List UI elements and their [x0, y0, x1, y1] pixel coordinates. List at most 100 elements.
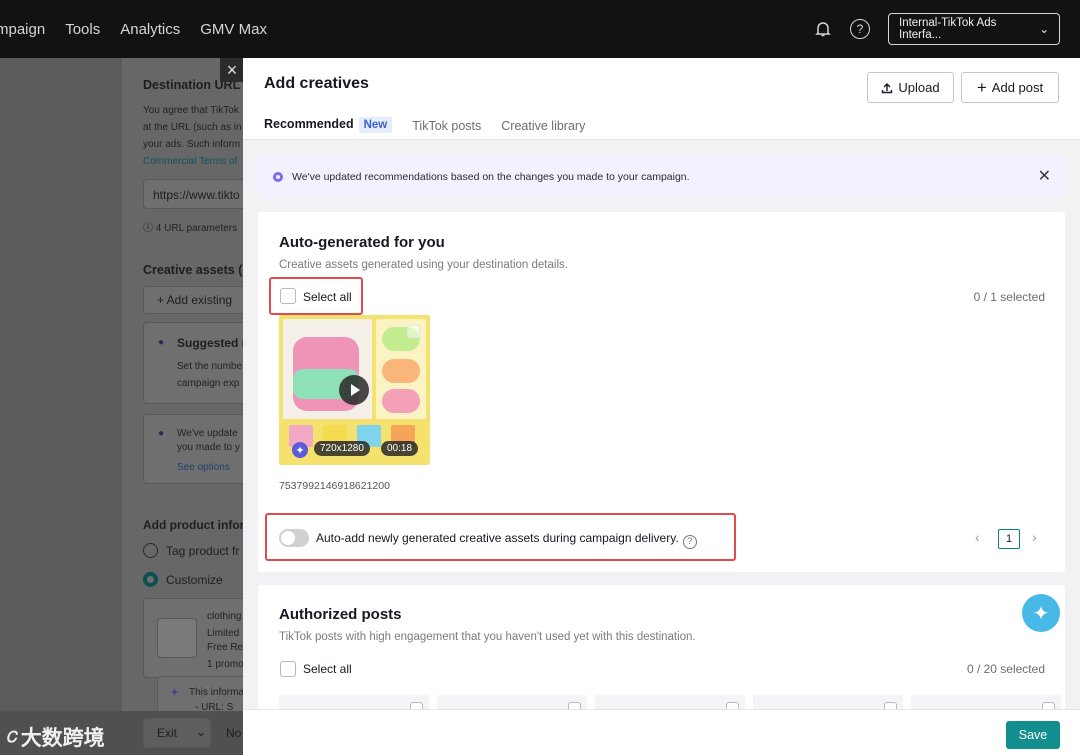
nav-analytics[interactable]: Analytics — [120, 21, 180, 38]
chevron-down-icon: ⌄ — [196, 725, 207, 739]
ai-assistant-icon[interactable]: ✦ — [1022, 594, 1060, 632]
post-tile[interactable] — [437, 695, 587, 709]
asset-id: 7537992146918621200 — [279, 480, 390, 492]
post-tile[interactable] — [911, 695, 1061, 709]
nav-right: ? Internal-TikTok Ads Interfa... ⌄ — [814, 13, 1060, 45]
url-params: ⓘ 4 URL parameters — [143, 219, 237, 234]
info-text: This informa — [189, 687, 243, 698]
add-post-label: Add post — [991, 80, 1044, 95]
account-name: Internal-TikTok Ads Interfa... — [899, 17, 997, 41]
update-icon: ● — [158, 428, 165, 439]
thumb-spring-3 — [382, 389, 420, 413]
tab-recommended-label: Recommended — [264, 117, 354, 131]
save-button[interactable]: Save — [1006, 721, 1060, 749]
nav-campaign[interactable]: mpaign — [0, 21, 45, 38]
creative-thumbnail[interactable]: ✦ 720x1280 00:18 — [279, 315, 430, 465]
customize-radio[interactable] — [143, 572, 158, 587]
drawer-footer: Save — [243, 709, 1080, 755]
page-number[interactable]: 1 — [998, 529, 1020, 549]
see-options-link[interactable]: See options — [177, 462, 230, 473]
updated-line-2: you made to y — [177, 442, 240, 453]
sparkle-icon: ✦ — [170, 687, 180, 699]
url-params-text: 4 URL parameters — [155, 223, 238, 234]
tag-product-radio[interactable] — [143, 543, 158, 558]
auto-subtitle: Creative assets generated using your des… — [279, 259, 568, 271]
exit-label: Exit — [157, 726, 178, 740]
thumbnail-checkbox[interactable] — [407, 325, 420, 338]
authorized-subtitle: TikTok posts with high engagement that y… — [279, 631, 696, 643]
post-tile[interactable] — [595, 695, 745, 709]
chevron-down-icon: ⌄ — [1039, 24, 1049, 36]
ai-sparkle-icon: ✦ — [292, 442, 308, 458]
upload-icon — [882, 82, 893, 93]
product-line-2: Limited — [207, 628, 240, 639]
posts-selected-count: 0 / 20 selected — [966, 662, 1045, 676]
image-placeholder-icon — [157, 618, 197, 658]
updated-line-1: We've update — [177, 428, 238, 439]
post-checkbox[interactable] — [1042, 702, 1055, 709]
auto-generated-card: Auto-generated for you Creative assets g… — [258, 212, 1065, 572]
prev-page-icon[interactable]: ‹ — [975, 529, 980, 545]
product-line-1: clothing — [207, 611, 242, 622]
terms-link[interactable]: Commercial Terms of — [143, 156, 237, 167]
agree-line-2: at the URL (such as in — [143, 122, 242, 133]
select-all-posts-label: Select all — [303, 662, 352, 676]
bell-icon[interactable] — [814, 20, 832, 38]
watermark-logo: Ꮯ — [6, 728, 17, 746]
suggested-title: Suggested r — [177, 336, 243, 350]
post-checkbox[interactable] — [884, 702, 897, 709]
post-tile[interactable] — [279, 695, 429, 709]
drawer-title: Add creatives — [264, 75, 369, 92]
watermark-text: 大数跨境 — [20, 727, 105, 750]
post-checkbox[interactable] — [410, 702, 423, 709]
help-icon[interactable]: ? — [850, 19, 870, 39]
add-post-button[interactable]: + Add post — [961, 72, 1059, 103]
agree-line-3: your ads. Such inform — [143, 139, 241, 150]
product-line-4: 1 promo — [207, 659, 243, 670]
suggested-line-2: campaign exp — [177, 378, 240, 389]
info-icon: ⓘ — [143, 223, 156, 234]
top-nav: mpaign Tools Analytics GMV Max ? Interna… — [0, 0, 1080, 58]
close-icon[interactable]: × — [220, 58, 244, 82]
left-gutter — [0, 58, 122, 755]
update-notice: We've updated recommendations based on t… — [258, 155, 1065, 198]
add-creatives-drawer: Add creatives Upload + Add post Recommen… — [243, 58, 1080, 755]
background-page: Destination URL You agree that TikTok at… — [0, 58, 243, 755]
new-badge: New — [358, 117, 393, 133]
highlight-select-all — [269, 277, 363, 315]
thumb-spring-2 — [382, 359, 420, 383]
post-tile[interactable] — [753, 695, 903, 709]
product-line-3: Free Re — [207, 642, 243, 653]
add-product-title: Add product infor — [143, 518, 243, 532]
play-icon[interactable] — [339, 375, 369, 405]
url-value: https://www.tikto — [153, 188, 240, 202]
account-selector[interactable]: Internal-TikTok Ads Interfa... ⌄ — [888, 13, 1060, 45]
watermark: Ꮯ 大数跨境 — [6, 722, 105, 752]
recommendations-area[interactable]: We've updated recommendations based on t… — [243, 140, 1080, 709]
suggest-icon: ● — [158, 337, 165, 348]
duration-chip: 00:18 — [381, 441, 419, 456]
post-checkbox[interactable] — [568, 702, 581, 709]
close-notice-icon[interactable]: ✕ — [1038, 166, 1051, 186]
highlight-auto-add — [265, 513, 736, 561]
auto-selected-count: 0 / 1 selected — [973, 290, 1045, 304]
select-all-posts-checkbox[interactable] — [280, 661, 296, 677]
authorized-title: Authorized posts — [279, 606, 402, 623]
authorized-posts-card: Authorized posts TikTok posts with high … — [258, 585, 1065, 709]
add-existing-label: + Add existing — [157, 293, 233, 307]
tag-product-label: Tag product fr — [166, 544, 240, 558]
suggested-line-1: Set the numbe — [177, 361, 243, 372]
post-checkbox[interactable] — [726, 702, 739, 709]
creative-assets-title: Creative assets (0 — [143, 263, 243, 277]
nav-gmv-max[interactable]: GMV Max — [200, 21, 267, 38]
no-label: No — [226, 726, 242, 740]
resolution-chip: 720x1280 — [314, 441, 370, 456]
auto-title: Auto-generated for you — [279, 234, 445, 251]
upload-button[interactable]: Upload — [867, 72, 954, 103]
nav-tools[interactable]: Tools — [65, 21, 100, 38]
plus-icon: + — [976, 77, 987, 97]
location-icon — [273, 171, 283, 182]
agree-line-1: You agree that TikTok — [143, 105, 239, 116]
next-page-icon[interactable]: › — [1032, 529, 1037, 545]
customize-label: Customize — [166, 573, 223, 587]
